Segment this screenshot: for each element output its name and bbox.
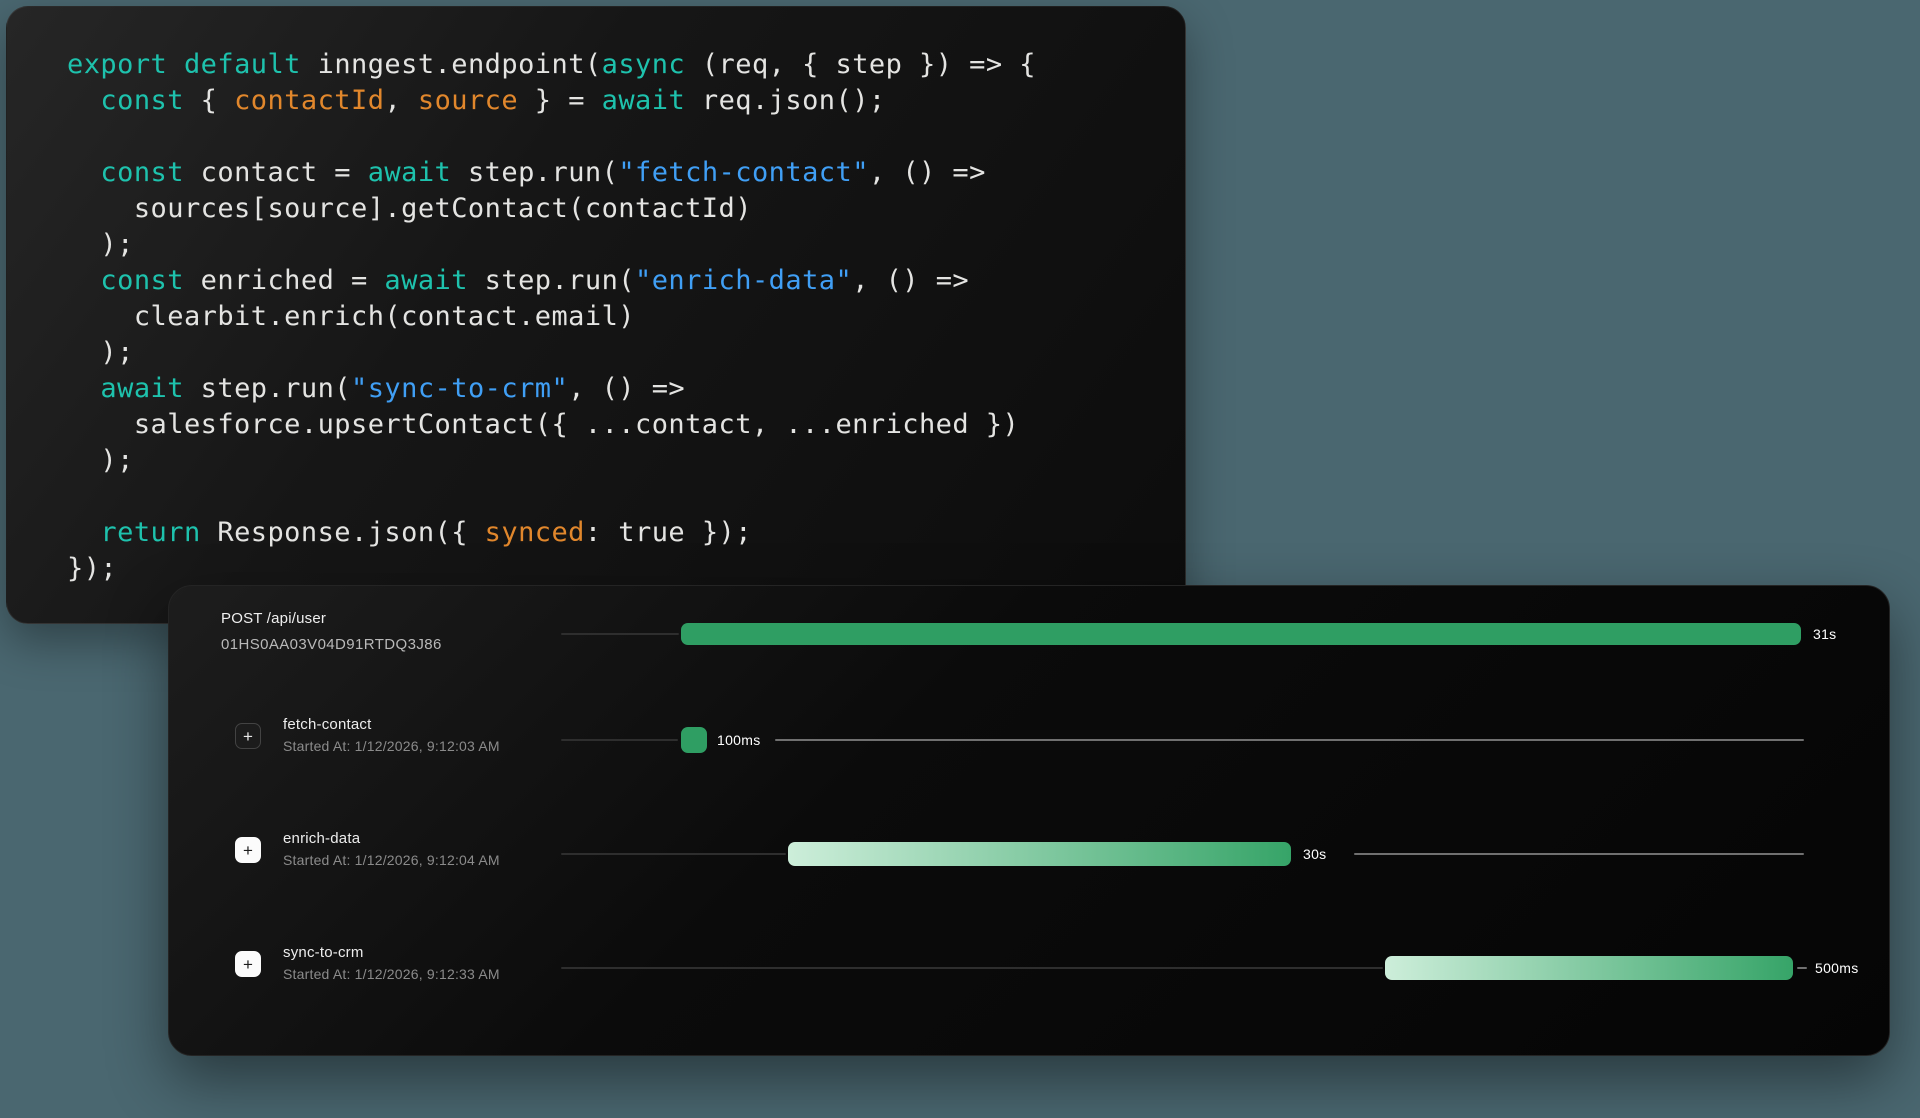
code-token: inngest.endpoint( [301, 49, 602, 80]
code-token: const [100, 157, 184, 188]
code-token: source [418, 85, 518, 116]
duration-label: 500ms [1815, 960, 1859, 976]
code-token: , () => [568, 373, 685, 404]
code-token: const [100, 265, 184, 296]
code-token: (req, { step }) => { [685, 49, 1036, 80]
code-token [67, 265, 100, 296]
step-name: fetch-contact [283, 716, 371, 733]
code-line: const enriched = await step.run("enrich-… [67, 263, 1155, 299]
page-background: { "colors": { "page_bg": "#4a6770", "key… [0, 0, 1920, 1118]
duration-label: 30s [1303, 846, 1326, 862]
expand-step-button[interactable]: + [235, 837, 261, 863]
step-row-enrich-data: + enrich-data Started At: 1/12/2026, 9:12:… [169, 826, 1889, 882]
code-token [67, 85, 100, 116]
code-token: "enrich-data" [635, 265, 852, 296]
step-started-at: Started At: 1/12/2026, 9:12:04 AM [283, 852, 500, 868]
step-timeline: 30s [561, 826, 1811, 882]
code-token: step.run( [184, 373, 351, 404]
code-token: await [100, 373, 184, 404]
expand-step-button[interactable]: + [235, 723, 261, 749]
code-token: , () => [852, 265, 969, 296]
code-token: synced [485, 517, 585, 548]
code-token: await [368, 157, 452, 188]
duration-label: 31s [1813, 626, 1836, 642]
trace-timeline-panel: POST /api/user 01HS0AA03V04D91RTDQ3J86 3… [168, 585, 1890, 1056]
duration-label: 100ms [717, 732, 761, 748]
code-token: contact = [184, 157, 368, 188]
code-token: }); [67, 553, 117, 584]
code-token [67, 517, 100, 548]
step-started-at: Started At: 1/12/2026, 9:12:33 AM [283, 966, 500, 982]
code-line: sources[source].getContact(contactId) [67, 191, 1155, 227]
code-token: await [384, 265, 468, 296]
code-token: ); [67, 445, 134, 476]
code-token: ); [67, 229, 134, 260]
code-token: step.run( [451, 157, 618, 188]
code-token: , [384, 85, 417, 116]
code-token: async [602, 49, 686, 80]
step-name: enrich-data [283, 830, 360, 847]
expand-step-button[interactable]: + [235, 951, 261, 977]
code-line: export default inngest.endpoint(async (r… [67, 47, 1155, 83]
code-line: ); [67, 227, 1155, 263]
code-line [67, 119, 1155, 155]
timeline-track-after [1797, 967, 1807, 969]
code-token: ); [67, 337, 134, 368]
code-token: } = [518, 85, 602, 116]
step-row-sync-to-crm: + sync-to-crm Started At: 1/12/2026, 9:12:… [169, 940, 1889, 996]
code-token: await [602, 85, 686, 116]
code-token: { [184, 85, 234, 116]
code-line: const { contactId, source } = await req.… [67, 83, 1155, 119]
code-line: ); [67, 335, 1155, 371]
request-timeline: 31s [561, 604, 1811, 664]
code-line: await step.run("sync-to-crm", () => [67, 371, 1155, 407]
timeline-track-after [775, 739, 1804, 741]
code-token [67, 157, 100, 188]
code-line [67, 479, 1155, 515]
code-token: : true }); [585, 517, 752, 548]
timeline-track-after [1354, 853, 1804, 855]
code-token: default [184, 49, 301, 80]
code-token: const [100, 85, 184, 116]
code-token [67, 373, 100, 404]
timeline-track-before [561, 853, 786, 855]
step-row-fetch-contact: + fetch-contact Started At: 1/12/2026, 9:1… [169, 712, 1889, 768]
step-name: sync-to-crm [283, 944, 364, 961]
code-token: export [67, 49, 167, 80]
code-token: return [100, 517, 200, 548]
step-timeline: 500ms [561, 940, 1811, 996]
code-line: ); [67, 443, 1155, 479]
code-line: }); [67, 551, 1155, 587]
duration-bar[interactable] [788, 842, 1291, 866]
duration-bar[interactable] [681, 727, 707, 753]
duration-bar[interactable] [1385, 956, 1793, 980]
code-token: clearbit.enrich(contact.email) [67, 301, 635, 332]
timeline-track-before [561, 739, 678, 741]
request-row: POST /api/user 01HS0AA03V04D91RTDQ3J86 3… [169, 604, 1889, 664]
request-run-id: 01HS0AA03V04D91RTDQ3J86 [221, 636, 442, 653]
code-token: sources[source].getContact(contactId) [67, 193, 752, 224]
code-token: contactId [234, 85, 384, 116]
timeline-track-before [561, 633, 679, 635]
code-token: "fetch-contact" [618, 157, 869, 188]
step-started-at: Started At: 1/12/2026, 9:12:03 AM [283, 738, 500, 754]
code-token: Response.json({ [201, 517, 485, 548]
code-line: return Response.json({ synced: true }); [67, 515, 1155, 551]
code-lines: export default inngest.endpoint(async (r… [67, 47, 1155, 587]
code-token: "sync-to-crm" [351, 373, 568, 404]
code-line: const contact = await step.run("fetch-co… [67, 155, 1155, 191]
code-line: clearbit.enrich(contact.email) [67, 299, 1155, 335]
timeline-track-before [561, 967, 1383, 969]
code-token: salesforce.upsertContact({ ...contact, .… [67, 409, 1019, 440]
code-token: , () => [869, 157, 986, 188]
duration-bar[interactable] [681, 623, 1801, 645]
code-token [167, 49, 184, 80]
code-token: step.run( [468, 265, 635, 296]
code-token: enriched = [184, 265, 384, 296]
code-token: req.json(); [685, 85, 885, 116]
request-method-path: POST /api/user [221, 610, 326, 627]
code-editor-panel: export default inngest.endpoint(async (r… [6, 6, 1186, 624]
code-line: salesforce.upsertContact({ ...contact, .… [67, 407, 1155, 443]
step-timeline: 100ms [561, 712, 1811, 768]
